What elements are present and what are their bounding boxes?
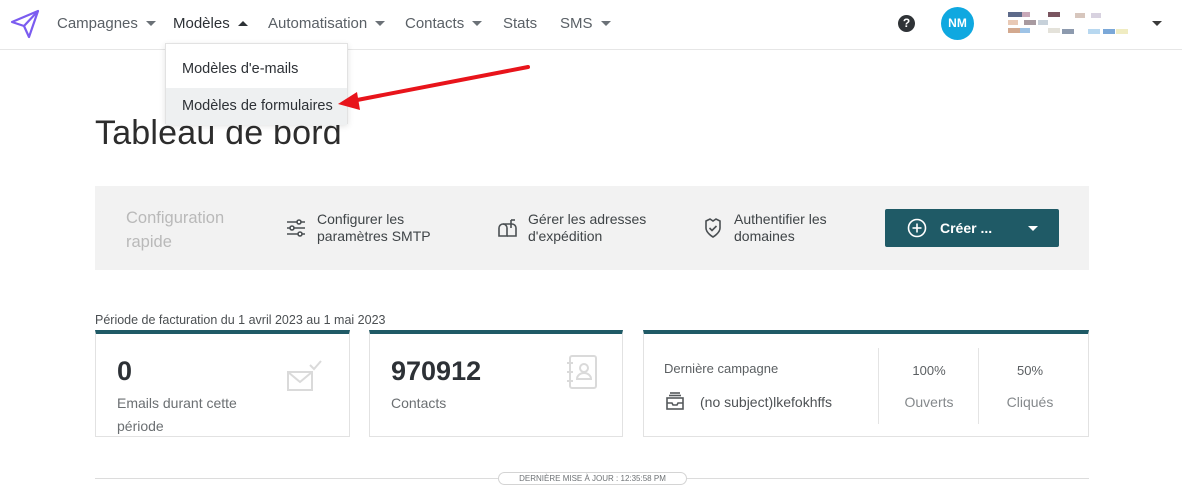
chevron-down-icon (375, 21, 386, 26)
shield-check-icon (705, 218, 721, 238)
divider (878, 348, 879, 424)
address-book-icon (567, 355, 597, 389)
contacts-label: Contacts (391, 395, 447, 411)
account-menu-chevron-icon[interactable] (1152, 21, 1162, 26)
create-button-label: Créer ... (940, 220, 993, 236)
authenticate-domains-label: Authentifier les domaines (734, 211, 827, 244)
nav-stats[interactable]: Stats (503, 15, 537, 32)
nav-modeles[interactable]: Modèles (173, 15, 248, 32)
chevron-up-icon (237, 21, 248, 26)
emails-label: Emails durant cette période (117, 395, 237, 434)
create-button[interactable]: Créer ... (885, 209, 1059, 247)
contacts-count: 970912 (391, 356, 482, 386)
help-icon[interactable]: ? (898, 15, 915, 32)
divider (978, 348, 979, 424)
nav-automatisation[interactable]: Automatisation (268, 15, 386, 32)
manage-senders-button[interactable]: Gérer les adresses d'expédition (496, 211, 646, 245)
nav-modeles-label: Modèles (173, 15, 230, 32)
paper-plane-logo-icon[interactable] (9, 8, 41, 40)
nav-sms-label: SMS (560, 15, 593, 32)
opened-rate: 100% (912, 363, 946, 378)
clicked-label: Cliqués (1006, 394, 1054, 410)
last-campaign-subject[interactable]: (no subject)lkefokhffs (700, 394, 832, 410)
chevron-down-icon (1028, 226, 1038, 231)
nav-stats-label: Stats (503, 15, 538, 32)
configure-smtp-button[interactable]: Configurer les paramètres SMTP (285, 211, 431, 245)
chevron-down-icon (145, 21, 156, 26)
inbox-icon (666, 392, 684, 410)
menu-item-modeles-emails[interactable]: Modèles d'e-mails (166, 51, 347, 88)
plus-circle-icon (907, 218, 927, 238)
nav-contacts-label: Contacts (405, 15, 465, 32)
quick-setup-panel: Configuration rapide Configurer les para… (95, 186, 1089, 270)
mailbox-icon (498, 219, 517, 237)
avatar[interactable]: NM (941, 7, 974, 40)
email-sent-icon (287, 360, 322, 391)
chevron-down-icon (600, 21, 611, 26)
last-update-badge: DERNIÈRE MISE À JOUR : 12:35:58 PM (498, 472, 687, 485)
billing-period: Période de facturation du 1 avril 2023 a… (95, 313, 386, 327)
opened-label: Ouverts (904, 394, 954, 410)
emails-card: 0 Emails durant cette période (95, 330, 350, 437)
clicked-rate: 50% (1016, 363, 1044, 378)
modeles-dropdown-menu: Modèles d'e-mails Modèles de formulaires (165, 43, 348, 125)
authenticate-domains-button[interactable]: Authentifier les domaines (702, 211, 827, 245)
nav-campagnes-label: Campagnes (57, 15, 138, 32)
contacts-card: 970912 Contacts (369, 330, 623, 437)
chevron-down-icon (472, 21, 483, 26)
last-campaign-card[interactable]: Dernière campagne (no subject)lkefokhffs… (643, 330, 1089, 437)
nav-sms[interactable]: SMS (560, 15, 611, 32)
nav-contacts[interactable]: Contacts (405, 15, 483, 32)
last-campaign-label: Dernière campagne (664, 361, 779, 376)
sliders-icon (287, 219, 305, 237)
menu-item-modeles-formulaires[interactable]: Modèles de formulaires (166, 88, 347, 125)
blurred-account-name[interactable] (1008, 12, 1133, 42)
configure-smtp-label: Configurer les paramètres SMTP (317, 211, 431, 244)
nav-automatisation-label: Automatisation (268, 15, 368, 32)
emails-count: 0 (117, 356, 133, 386)
quick-setup-label: Configuration rapide (126, 209, 225, 251)
nav-campagnes[interactable]: Campagnes (57, 15, 156, 32)
manage-senders-label: Gérer les adresses d'expédition (528, 211, 647, 244)
